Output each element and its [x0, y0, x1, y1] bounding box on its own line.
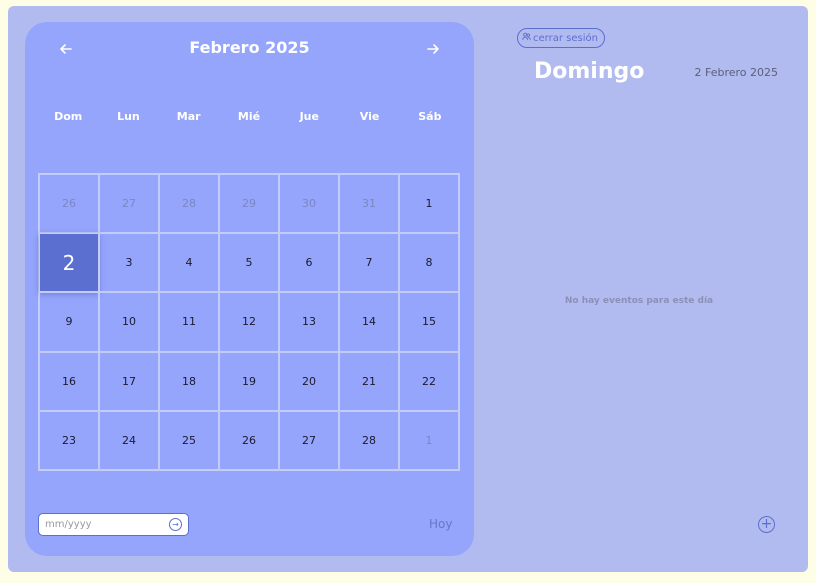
day-cell[interactable]: 7 [339, 233, 399, 293]
day-cell[interactable]: 5 [219, 233, 279, 293]
day-cell[interactable]: 20 [279, 351, 339, 411]
logout-button[interactable]: cerrar sesión [517, 28, 605, 48]
day-cell[interactable]: 9 [39, 292, 99, 352]
day-grid: 26 27 28 29 30 31 1 2 3 4 5 6 7 8 9 10 11 12 13 14 15 16 17 18 1… [38, 173, 460, 471]
day-cell[interactable]: 11 [159, 292, 219, 352]
day-cell[interactable]: 1 [399, 410, 459, 470]
day-cell-selected[interactable]: 2 [39, 233, 99, 293]
day-cell[interactable]: 26 [39, 174, 99, 234]
day-cell[interactable]: 16 [39, 351, 99, 411]
today-button[interactable]: Hoy [429, 517, 452, 531]
day-cell[interactable]: 31 [339, 174, 399, 234]
month-year-input[interactable] [45, 517, 163, 532]
day-cell[interactable]: 24 [99, 410, 159, 470]
arrow-right-icon [427, 44, 439, 54]
day-cell[interactable]: 4 [159, 233, 219, 293]
day-cell[interactable]: 29 [219, 174, 279, 234]
arrow-circle-right-icon[interactable]: → [169, 518, 182, 531]
day-cell[interactable]: 14 [339, 292, 399, 352]
day-cell[interactable]: 15 [399, 292, 459, 352]
plus-circle-icon: + [760, 516, 773, 532]
next-month-button[interactable] [420, 36, 446, 62]
day-cell[interactable]: 21 [339, 351, 399, 411]
day-cell[interactable]: 23 [39, 410, 99, 470]
day-cell[interactable]: 3 [99, 233, 159, 293]
day-cell[interactable]: 19 [219, 351, 279, 411]
day-cell[interactable]: 1 [399, 174, 459, 234]
day-cell[interactable]: 12 [219, 292, 279, 352]
weekday-label: Mar [176, 110, 201, 123]
month-jump-field: → [38, 513, 189, 536]
users-icon [522, 32, 531, 44]
calendar-header: Febrero 2025 [25, 36, 474, 62]
weekday-label: Sáb [418, 110, 442, 123]
calendar-panel: Febrero 2025 Dom Lun Mar Mié Jue Vie Sáb… [25, 22, 474, 556]
weekday-label: Lun [117, 110, 140, 123]
day-cell[interactable]: 28 [339, 410, 399, 470]
weekday-label: Dom [54, 110, 83, 123]
empty-events-message: No hay eventos para este día [564, 296, 714, 306]
day-cell[interactable]: 27 [279, 410, 339, 470]
day-cell[interactable]: 10 [99, 292, 159, 352]
weekday-label: Vie [359, 110, 380, 123]
selected-day-name: Domingo [534, 59, 645, 84]
day-cell[interactable]: 28 [159, 174, 219, 234]
weekday-header-row: Dom Lun Mar Mié Jue Vie Sáb [38, 110, 460, 126]
day-cell[interactable]: 30 [279, 174, 339, 234]
day-cell[interactable]: 13 [279, 292, 339, 352]
weekday-label: Jue [299, 110, 319, 123]
day-cell[interactable]: 22 [399, 351, 459, 411]
day-cell[interactable]: 18 [159, 351, 219, 411]
day-cell[interactable]: 17 [99, 351, 159, 411]
calendar-app: Febrero 2025 Dom Lun Mar Mié Jue Vie Sáb… [8, 6, 808, 572]
day-cell[interactable]: 8 [399, 233, 459, 293]
add-event-button[interactable]: + [758, 516, 775, 533]
selected-full-date: 2 Febrero 2025 [694, 66, 778, 79]
day-cell[interactable]: 25 [159, 410, 219, 470]
day-cell[interactable]: 26 [219, 410, 279, 470]
weekday-label: Mié [237, 110, 261, 123]
month-title: Febrero 2025 [189, 38, 310, 57]
logout-label: cerrar sesión [533, 32, 598, 44]
day-cell[interactable]: 27 [99, 174, 159, 234]
day-cell[interactable]: 6 [279, 233, 339, 293]
